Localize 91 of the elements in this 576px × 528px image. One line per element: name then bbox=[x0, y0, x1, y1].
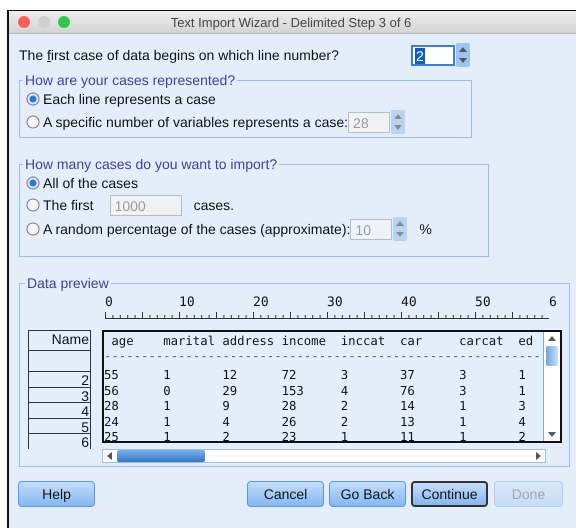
table-cell-text: 76 bbox=[400, 384, 416, 400]
group-title: Data preview bbox=[26, 275, 110, 291]
row-name-cell: 4 bbox=[28, 402, 91, 418]
wizard-button[interactable]: Continue bbox=[411, 481, 488, 507]
table-cell-text: 2 bbox=[222, 430, 231, 441]
radio-button[interactable] bbox=[26, 92, 40, 106]
table-cell-text: 72 bbox=[282, 368, 298, 384]
table-cell-text: 28 bbox=[282, 399, 298, 415]
option-label: A specific number of variables represents a case: bbox=[43, 114, 348, 130]
table-cell-text: 1 bbox=[340, 430, 350, 441]
table-cell-text: 24 bbox=[104, 414, 120, 430]
table-cell-text: 26 bbox=[282, 414, 298, 430]
ruler-label: 30 bbox=[327, 295, 344, 311]
column-header: age bbox=[110, 333, 135, 350]
column-header: carcat bbox=[459, 333, 505, 350]
table-cell-text: 1 bbox=[459, 430, 468, 441]
radio-button[interactable] bbox=[26, 198, 40, 212]
table-cell-text: 1 bbox=[163, 399, 172, 415]
group-title: How are your cases represented? bbox=[24, 72, 236, 88]
table-cell-text: 3 bbox=[459, 368, 468, 384]
table-cell-text: 14 bbox=[400, 399, 416, 415]
table-cell-text: 3 bbox=[518, 399, 527, 415]
ruler-label: 10 bbox=[179, 295, 196, 311]
ruler-label: 6 bbox=[549, 295, 558, 311]
table-cell-text: 153 bbox=[282, 384, 305, 400]
table-cell-text: 37 bbox=[400, 368, 416, 384]
column-header: marital bbox=[163, 333, 216, 350]
table-cell-text: 13 bbox=[400, 414, 416, 430]
help-button[interactable]: Help bbox=[18, 481, 95, 507]
stepper-icon[interactable] bbox=[391, 110, 406, 134]
first-line-label: The first case of data begins on which line number? bbox=[19, 47, 340, 63]
wizard-button[interactable]: Cancel bbox=[247, 481, 324, 507]
table-cell-text: 1 bbox=[518, 368, 527, 384]
table-cell-text: 1 bbox=[459, 399, 468, 415]
column-header: inccat bbox=[340, 333, 386, 350]
table-cell-text: 4 bbox=[518, 414, 527, 430]
table-cell-text: 1 bbox=[163, 368, 172, 384]
row-name-cell: 2 bbox=[28, 371, 91, 387]
radio-button[interactable] bbox=[26, 222, 40, 236]
table-cell-text: 29 bbox=[222, 384, 238, 400]
horizontal-scrollbar[interactable] bbox=[102, 448, 546, 463]
ruler-label: 0 bbox=[105, 295, 114, 311]
table-cell-text: 2 bbox=[518, 430, 527, 441]
wizard-button[interactable]: Go Back bbox=[329, 481, 406, 507]
row-name-cell: 6 bbox=[28, 433, 91, 449]
window-title: Text Import Wizard - Delimited Step 3 of 6 bbox=[170, 14, 412, 30]
scroll-thumb[interactable] bbox=[546, 346, 558, 366]
table-cell-text: 1 bbox=[163, 414, 172, 430]
table-cell-text: 4 bbox=[340, 384, 350, 400]
stepper-icon[interactable] bbox=[393, 217, 408, 241]
option-label: Each line represents a case bbox=[43, 91, 216, 107]
row-name-cell: 3 bbox=[28, 386, 91, 402]
option-label: All of the cases bbox=[43, 175, 138, 191]
table-cell-text: 3 bbox=[459, 384, 468, 400]
option-label: The first bbox=[43, 197, 94, 213]
table-cell-text: 11 bbox=[400, 430, 416, 441]
unit-label: % bbox=[419, 221, 432, 237]
line-number-field[interactable]: 2 bbox=[411, 44, 455, 66]
group-title: How many cases do you want to import? bbox=[24, 156, 278, 172]
table-cell-text: 1 bbox=[163, 430, 172, 441]
table-cell-text: 4 bbox=[222, 414, 231, 430]
radio-button[interactable] bbox=[26, 176, 40, 190]
table-cell-text: 28 bbox=[104, 399, 120, 415]
unit-label: cases. bbox=[194, 197, 234, 213]
close-button[interactable] bbox=[18, 16, 30, 28]
column-header: ed bbox=[518, 333, 534, 350]
vertical-scrollbar[interactable] bbox=[543, 332, 560, 441]
row-name-cell: 5 bbox=[28, 418, 91, 434]
radio-button[interactable] bbox=[26, 115, 40, 129]
table-cell-text: 2 bbox=[340, 399, 350, 415]
table-cell-text: 2 bbox=[340, 414, 350, 430]
table-cell-text: 0 bbox=[163, 384, 172, 400]
table-cell-text: 56 bbox=[104, 384, 120, 400]
table-cell-text: 55 bbox=[104, 368, 120, 384]
scroll-thumb[interactable] bbox=[117, 450, 205, 462]
table-cell-text: 12 bbox=[222, 368, 238, 384]
column-header: income bbox=[282, 333, 327, 350]
option-label: A random percentage of the cases (approximate): bbox=[43, 221, 350, 237]
row-name-cell bbox=[28, 350, 91, 371]
separator-line: ----------------------------------------------------------- bbox=[104, 352, 542, 365]
name-header: Name bbox=[28, 330, 91, 350]
column-header: address bbox=[222, 333, 276, 350]
column-header: car bbox=[400, 333, 424, 350]
table-cell-text: 1 bbox=[518, 384, 527, 400]
table-cell-text: 3 bbox=[340, 368, 350, 384]
table-cell-text: 1 bbox=[459, 414, 468, 430]
ruler-label: 40 bbox=[401, 295, 418, 311]
stepper-icon[interactable] bbox=[456, 43, 470, 67]
ruler-label: 20 bbox=[253, 295, 270, 311]
ruler-label: 50 bbox=[475, 295, 492, 311]
table-cell-text: 9 bbox=[222, 399, 231, 415]
